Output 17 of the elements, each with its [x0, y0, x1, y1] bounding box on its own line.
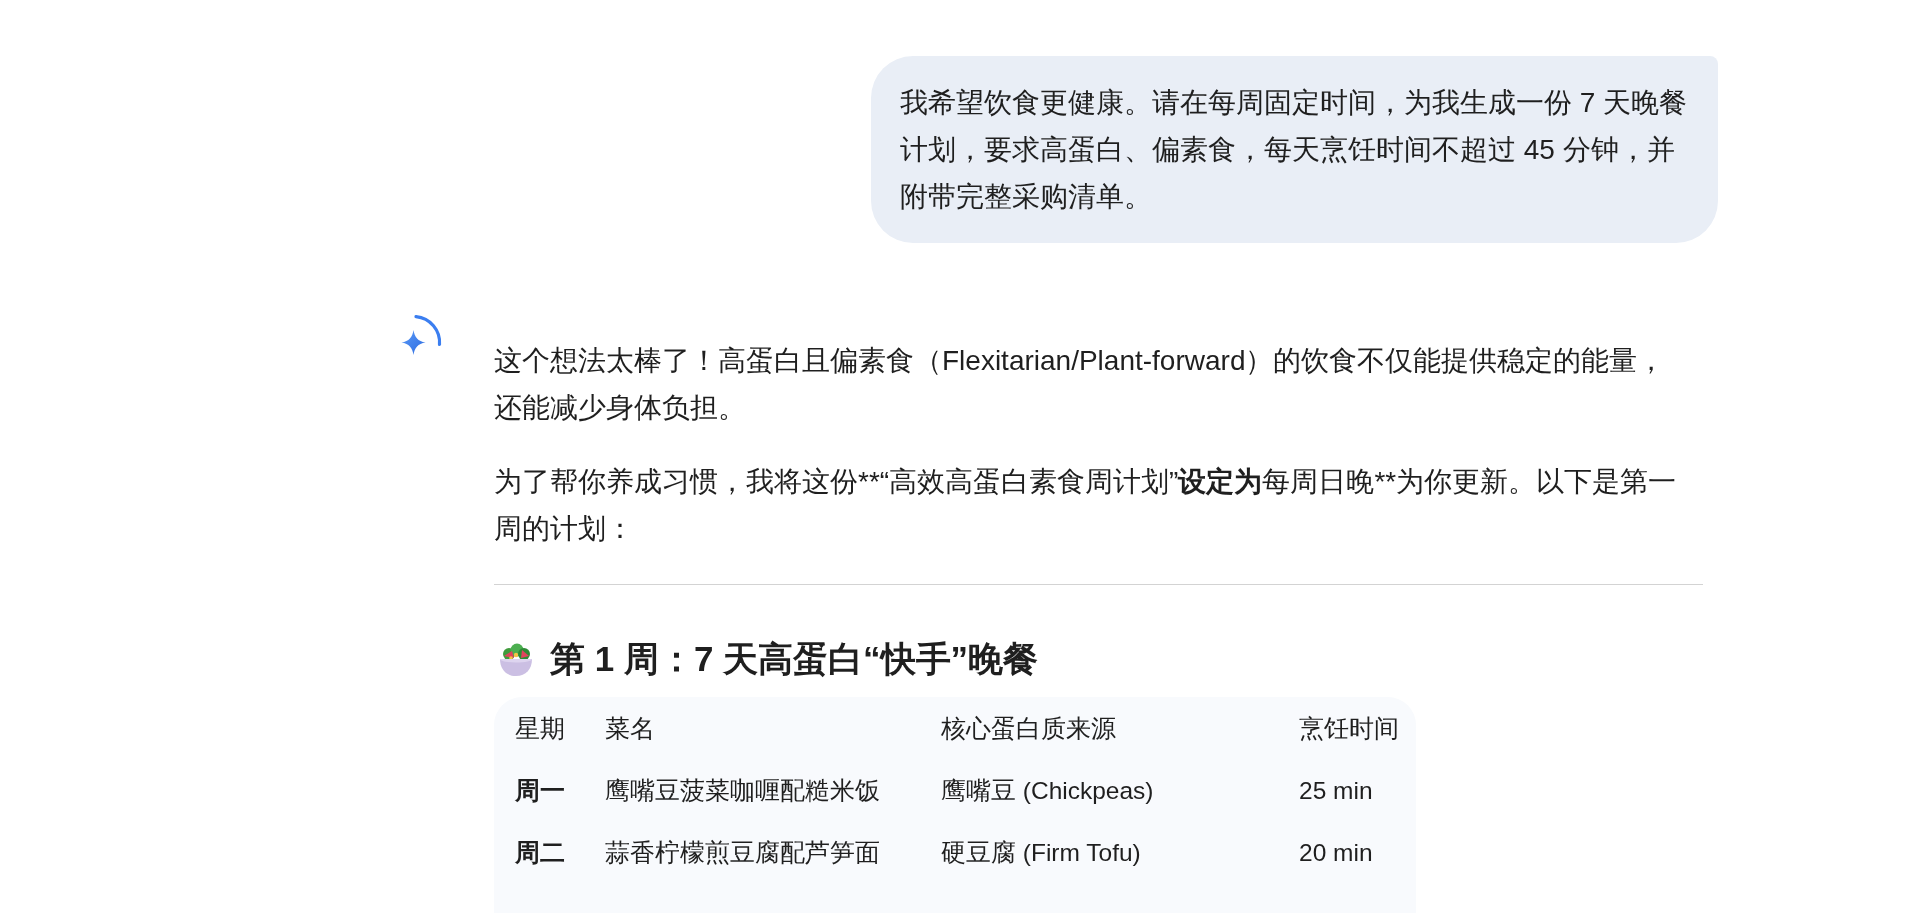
sparkle-icon: [401, 314, 443, 356]
table-cell-text: 硬豆腐 (Firm Tofu): [941, 837, 1142, 868]
table-cell-text: 周二: [515, 837, 566, 868]
section-heading: 第 1 周：7 天高蛋白“快手”晚餐: [550, 638, 1039, 680]
table-cell-text: 鹰嘴豆 (Chickpeas): [941, 775, 1155, 806]
response-paragraph: 为了帮你养成习惯，我将这份**“高效高蛋白素食周计划”设定为每周日晚**为你更新。以下是第一周的计划：: [494, 465, 1678, 546]
table-header-cell-text: 菜名: [605, 713, 656, 744]
table-cell-text: 20 min: [1299, 837, 1374, 868]
table-cell-text: 鹰嘴豆菠菜咖喱配糙米饭: [605, 775, 881, 806]
table-header-cell-text: 烹饪时间: [1299, 713, 1399, 744]
response-paragraph: 这个想法太棒了！高蛋白且偏素食（Flexitarian/Plant-forward）的饮食不仅能提供稳定的能量，还能减少身体负担。: [494, 344, 1667, 425]
user-message-bubble: 我希望饮食更健康。请在每周固定时间，为我生成一份 7 天晚餐计划，要求高蛋白、偏素食，每天烹饪时间不超过 45 分钟，并附带完整采购清单。: [871, 56, 1718, 243]
table-header-cell-text: 星期: [515, 713, 566, 744]
table-cell-text: 25 min: [1299, 775, 1374, 806]
table-header-cell-text: 核心蛋白质来源: [941, 713, 1117, 744]
table-cell-text: 周一: [515, 775, 566, 806]
table-cell-text: 蒜香柠檬煎豆腐配芦笋面: [605, 837, 881, 868]
